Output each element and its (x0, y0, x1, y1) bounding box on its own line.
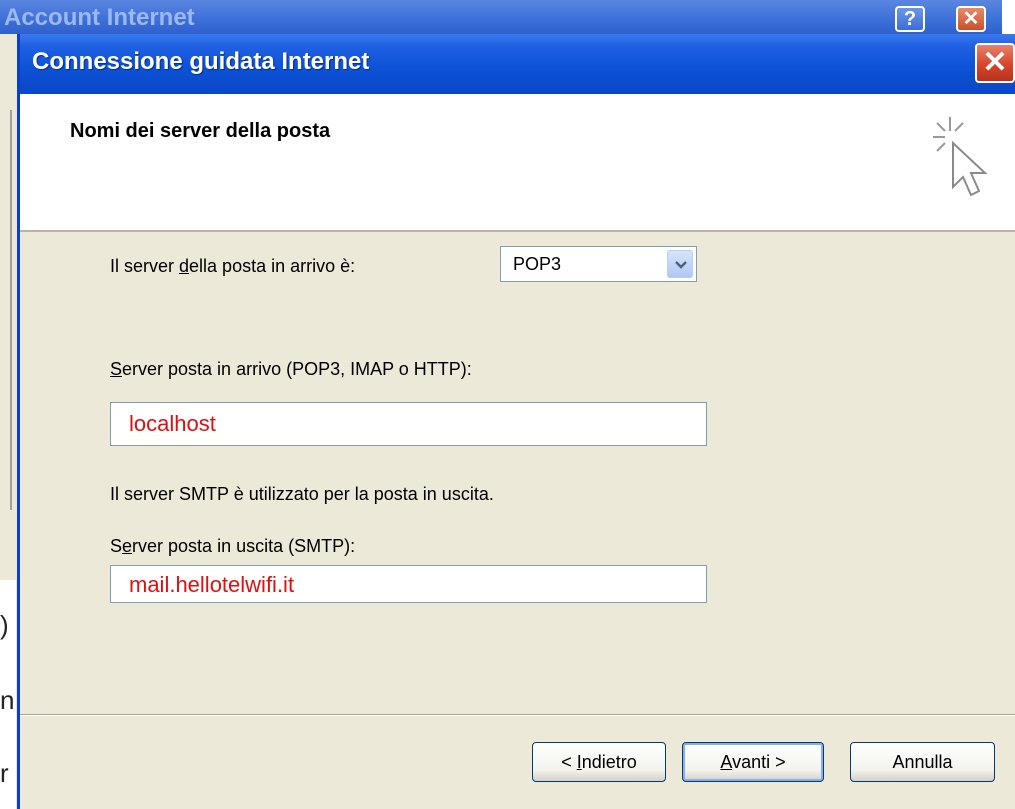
close-button[interactable]: ✕ (975, 43, 1015, 83)
wizard-cursor-icon (933, 117, 988, 197)
dialog-title: Connessione guidata Internet (32, 48, 370, 75)
dialog-titlebar[interactable]: Connessione guidata Internet ✕ (20, 34, 1015, 94)
background-text-fragment: ) (0, 610, 9, 640)
incoming-server-value: localhost (129, 411, 216, 436)
footer-divider (20, 714, 1015, 716)
chevron-down-icon[interactable] (667, 250, 693, 278)
background-window-titlebar: Account Internet ? ✕ (0, 0, 1002, 34)
close-icon: ✕ (982, 46, 1008, 79)
back-button[interactable]: < Indietro (532, 742, 666, 782)
background-text-fragment: r (0, 758, 9, 788)
incoming-server-type-select[interactable]: POP3 (500, 246, 697, 282)
wizard-dialog: Connessione guidata Internet ✕ Nomi dei … (17, 34, 1015, 809)
background-close-button[interactable]: ✕ (956, 6, 986, 32)
incoming-server-type-label: Il server della posta in arrivo è: (110, 256, 356, 276)
incoming-server-type-value: POP3 (513, 254, 562, 274)
help-button[interactable]: ? (895, 6, 925, 32)
incoming-server-label: Server posta in arrivo (POP3, IMAP o HTT… (110, 359, 472, 379)
next-button[interactable]: Avanti > (682, 742, 824, 782)
background-window-border (10, 110, 12, 510)
background-window-title: Account Internet (4, 4, 195, 31)
smtp-info-text: Il server SMTP è utilizzato per la posta… (110, 484, 494, 504)
cancel-button[interactable]: Annulla (850, 742, 995, 782)
background-window-content: ) n r (0, 580, 16, 809)
outgoing-server-label: Server posta in uscita (SMTP): (110, 536, 356, 556)
incoming-server-input[interactable]: localhost (110, 402, 707, 446)
background-text-fragment: n (0, 685, 15, 715)
wizard-header: Nomi dei server della posta (20, 94, 1015, 232)
page-title: Nomi dei server della posta (70, 120, 331, 142)
outgoing-server-value: mail.hellotelwifi.it (129, 572, 295, 597)
outgoing-server-input[interactable]: mail.hellotelwifi.it (110, 565, 707, 603)
